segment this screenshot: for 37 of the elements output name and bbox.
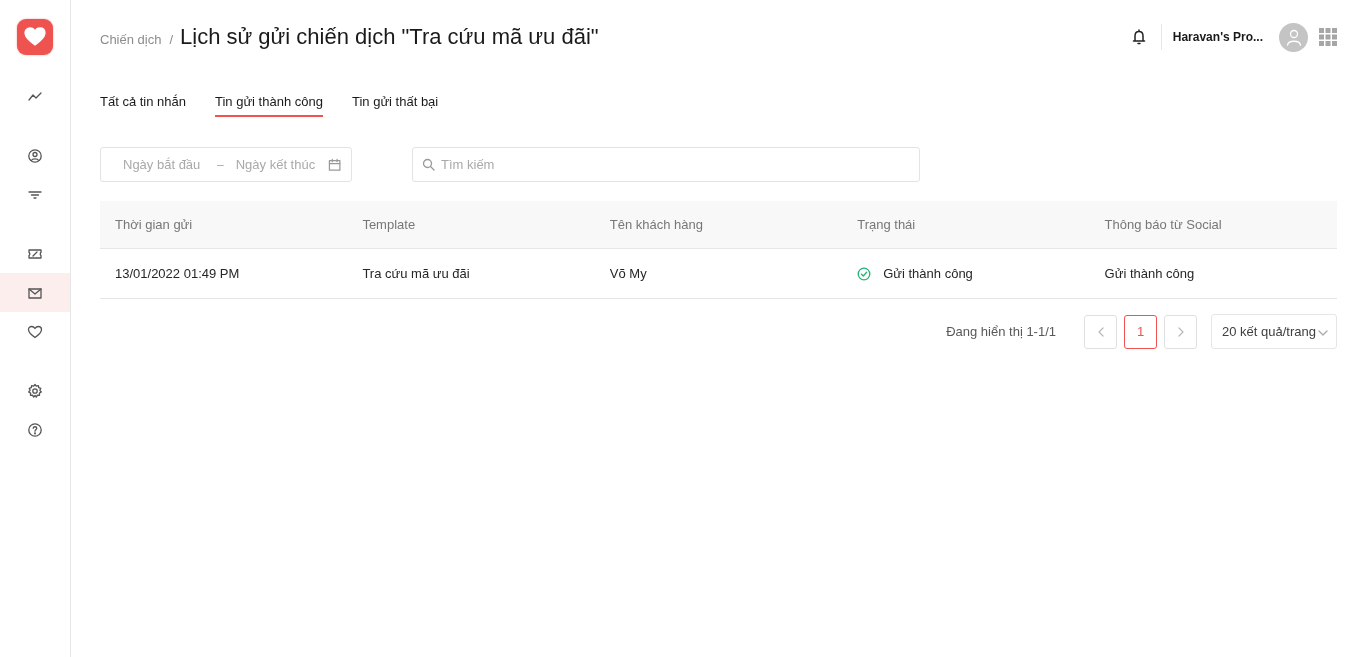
- breadcrumb-link[interactable]: Chiến dịch: [100, 32, 162, 47]
- tab[interactable]: Tất cả tin nhắn: [100, 94, 186, 117]
- date-separator: –: [217, 157, 224, 172]
- sidebar-item[interactable]: [0, 273, 70, 312]
- heart-icon: [24, 27, 46, 47]
- calendar-icon: [327, 157, 341, 172]
- table-cell-text: 13/01/2022 01:49 PM: [114, 266, 241, 281]
- pagination-summary: Đang hiển thị 1-1/1: [946, 324, 1057, 339]
- table-cell-text: Võ My: [608, 266, 648, 281]
- settings-icon: [27, 382, 43, 399]
- bell-icon: [1130, 28, 1147, 46]
- table-cell-text: Tra cứu mã ưu đãi: [361, 266, 471, 281]
- breadcrumb-separator: /: [169, 32, 174, 47]
- column-header: Trạng thái: [856, 217, 917, 232]
- tab[interactable]: Tin gửi thành công: [215, 94, 323, 117]
- chevron-right-icon: [1176, 326, 1185, 337]
- search-field[interactable]: Tìm kiếm: [412, 147, 920, 182]
- account-name[interactable]: Haravan's Pro...: [1172, 30, 1263, 44]
- column-header: Thông báo từ Social: [1103, 217, 1223, 232]
- user-circle-icon: [27, 147, 43, 164]
- apps-grid-icon: [1319, 28, 1337, 46]
- caret-down-icon: [1318, 330, 1328, 336]
- column-header: Thời gian gửi: [114, 217, 194, 232]
- avatar[interactable]: [1279, 22, 1308, 52]
- table-cell-text: Gửi thành công: [1103, 266, 1196, 281]
- help-icon: [27, 421, 43, 438]
- end-date-input[interactable]: Ngày kết thúc: [235, 157, 318, 172]
- column-header: Tên khách hàng: [608, 217, 705, 232]
- heart-outline-icon: [27, 323, 43, 340]
- page-title: Lịch sử gửi chiến dịch "Tra cứu mã ưu đãi": [180, 24, 599, 50]
- check-circle-icon: [857, 266, 872, 281]
- column-header: Template: [361, 217, 417, 232]
- chevron-left-icon: [1096, 326, 1105, 337]
- tab[interactable]: Tin gửi thất bại: [351, 94, 439, 117]
- status-text: Gửi thành công: [883, 266, 973, 281]
- page-size-select[interactable]: 20 kết quả/trang: [1211, 314, 1337, 349]
- user-silhouette-icon: [1284, 28, 1303, 46]
